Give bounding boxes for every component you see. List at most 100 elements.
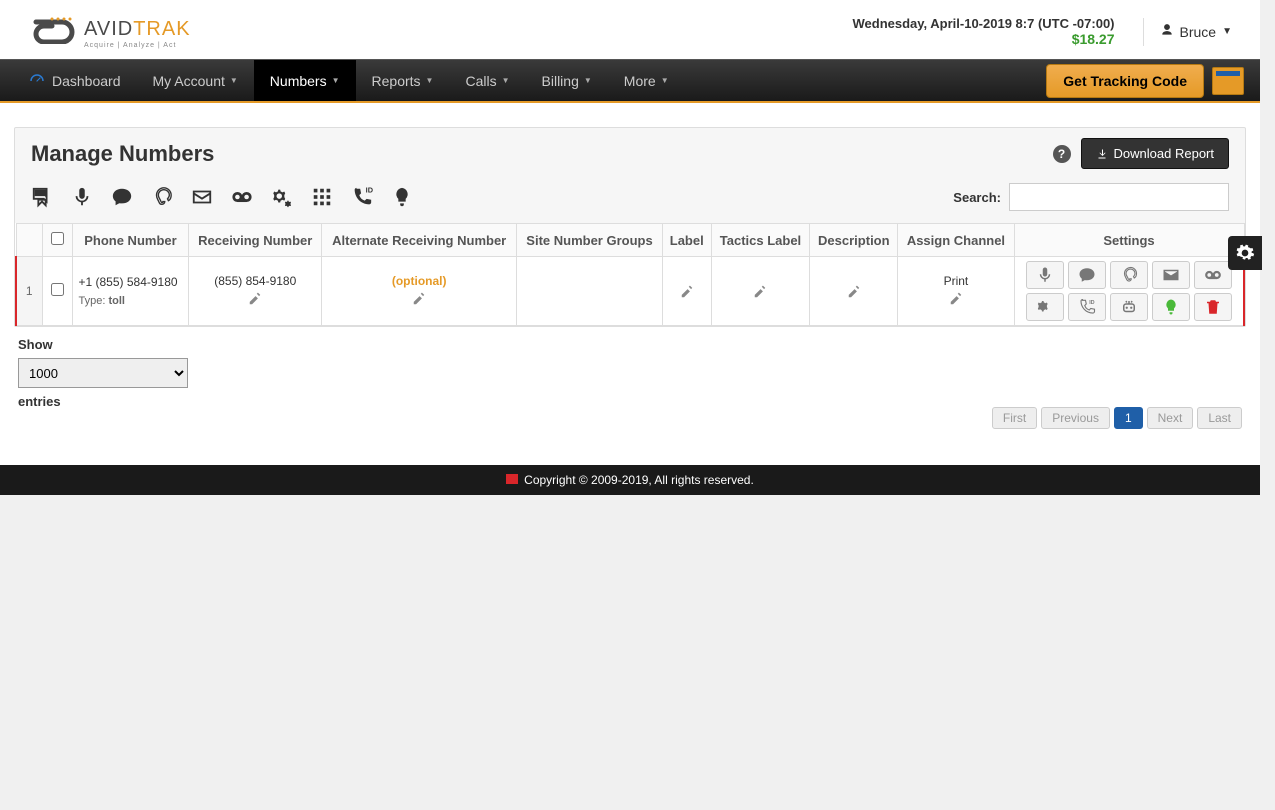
search-label: Search:: [953, 190, 1001, 205]
user-menu[interactable]: Bruce ▼: [1143, 18, 1232, 46]
caret-down-icon: ▼: [502, 76, 510, 85]
col-phone[interactable]: Phone Number: [72, 224, 189, 257]
page-1[interactable]: 1: [1114, 407, 1143, 429]
toolbar: ID: [31, 186, 413, 208]
nav-more[interactable]: More▼: [608, 60, 685, 101]
get-tracking-code-button[interactable]: Get Tracking Code: [1046, 64, 1204, 98]
setting-ear-button[interactable]: [1110, 261, 1148, 289]
setting-chat-button[interactable]: [1068, 261, 1106, 289]
nav-numbers[interactable]: Numbers▼: [254, 60, 356, 101]
help-icon[interactable]: ?: [1053, 145, 1071, 163]
page-first[interactable]: First: [992, 407, 1037, 429]
voicemail-icon[interactable]: [231, 186, 253, 208]
home-window-icon[interactable]: [1212, 67, 1244, 95]
row-checkbox[interactable]: [51, 283, 64, 296]
setting-delete-button[interactable]: [1194, 293, 1232, 321]
edit-icon[interactable]: [949, 292, 963, 309]
setting-callerid-button[interactable]: ID: [1068, 293, 1106, 321]
select-all-checkbox[interactable]: [51, 232, 64, 245]
settings-gear-tab[interactable]: [1228, 236, 1262, 270]
nav-reports[interactable]: Reports▼: [356, 60, 450, 101]
col-checkbox: [42, 224, 72, 257]
cell-description: [810, 257, 898, 326]
page-last[interactable]: Last: [1197, 407, 1242, 429]
date-display: Wednesday, April-10-2019 8:7 (UTC -07:00…: [853, 16, 1115, 31]
nav-dashboard[interactable]: Dashboard: [12, 60, 137, 101]
edit-icon[interactable]: [680, 285, 694, 302]
page-prev[interactable]: Previous: [1041, 407, 1110, 429]
caret-down-icon: ▼: [230, 76, 238, 85]
edit-icon[interactable]: [847, 285, 861, 302]
dashboard-icon: [28, 72, 46, 90]
download-icon: [1096, 148, 1108, 160]
gears-icon[interactable]: [271, 186, 293, 208]
search-input[interactable]: [1009, 183, 1229, 211]
setting-mail-button[interactable]: [1152, 261, 1190, 289]
microphone-icon[interactable]: [71, 186, 93, 208]
setting-voicemail-button[interactable]: [1194, 261, 1232, 289]
logo-mark-icon: [28, 14, 82, 44]
envelope-icon[interactable]: [191, 186, 213, 208]
col-channel[interactable]: Assign Channel: [898, 224, 1014, 257]
caret-down-icon: ▼: [332, 76, 340, 85]
nav-myaccount[interactable]: My Account▼: [137, 60, 254, 101]
lightbulb-icon[interactable]: [391, 186, 413, 208]
navbar: Dashboard My Account▼ Numbers▼ Reports▼ …: [0, 59, 1260, 103]
col-tactics[interactable]: Tactics Label: [711, 224, 809, 257]
balance: $18.27: [853, 31, 1115, 47]
footer: Copyright © 2009-2019, All rights reserv…: [0, 465, 1260, 495]
row-number: 1: [16, 257, 42, 326]
cell-receiving: (855) 854-9180: [189, 257, 322, 326]
caret-down-icon: ▼: [584, 76, 592, 85]
grid-icon[interactable]: [311, 186, 333, 208]
gear-icon: [1235, 243, 1255, 263]
show-select[interactable]: 1000: [18, 358, 188, 388]
caret-down-icon: ▼: [426, 76, 434, 85]
cell-channel: Print: [898, 257, 1014, 326]
chat-icon[interactable]: [111, 186, 133, 208]
col-rownum: [16, 224, 42, 257]
setting-robot-button[interactable]: [1110, 293, 1148, 321]
footer-badge-icon: [506, 474, 518, 484]
svg-text:ID: ID: [366, 186, 373, 194]
col-alternate[interactable]: Alternate Receiving Number: [322, 224, 517, 257]
cell-phone: +1 (855) 584-9180 Type: toll: [72, 257, 189, 326]
logo-text: AVID: [84, 18, 133, 41]
header: AVIDTRAK Acquire | Analyze | Act Wednesd…: [0, 0, 1260, 59]
entries-label: entries: [18, 394, 188, 409]
col-description[interactable]: Description: [810, 224, 898, 257]
call-forward-icon[interactable]: [31, 186, 53, 208]
user-icon: [1160, 23, 1174, 40]
caret-down-icon: ▼: [661, 76, 669, 85]
cell-settings: ID: [1014, 257, 1244, 326]
svg-text:ID: ID: [1089, 300, 1094, 306]
logo[interactable]: AVIDTRAK Acquire | Analyze | Act: [28, 14, 191, 49]
col-sitegroups[interactable]: Site Number Groups: [517, 224, 662, 257]
show-label: Show: [18, 337, 188, 352]
cell-sitegroups: [517, 257, 662, 326]
edit-icon[interactable]: [412, 292, 426, 309]
logo-tagline: Acquire | Analyze | Act: [84, 42, 191, 49]
col-settings[interactable]: Settings: [1014, 224, 1244, 257]
numbers-table: Phone Number Receiving Number Alternate …: [15, 223, 1245, 326]
callerid-icon[interactable]: ID: [351, 186, 373, 208]
setting-mic-button[interactable]: [1026, 261, 1064, 289]
nav-billing[interactable]: Billing▼: [526, 60, 608, 101]
setting-bulb-button[interactable]: [1152, 293, 1190, 321]
nav-calls[interactable]: Calls▼: [449, 60, 525, 101]
ear-icon[interactable]: [151, 186, 173, 208]
page-next[interactable]: Next: [1147, 407, 1194, 429]
user-name: Bruce: [1180, 24, 1217, 40]
col-receiving[interactable]: Receiving Number: [189, 224, 322, 257]
pagination: First Previous 1 Next Last: [992, 407, 1242, 429]
setting-gears-button[interactable]: [1026, 293, 1064, 321]
edit-icon[interactable]: [248, 292, 262, 309]
caret-down-icon: ▼: [1222, 26, 1232, 37]
download-report-button[interactable]: Download Report: [1081, 138, 1229, 169]
edit-icon[interactable]: [753, 285, 767, 302]
cell-label: [662, 257, 711, 326]
cell-alternate: (optional): [322, 257, 517, 326]
cell-tactics: [711, 257, 809, 326]
page-title: Manage Numbers: [31, 141, 214, 167]
col-label[interactable]: Label: [662, 224, 711, 257]
